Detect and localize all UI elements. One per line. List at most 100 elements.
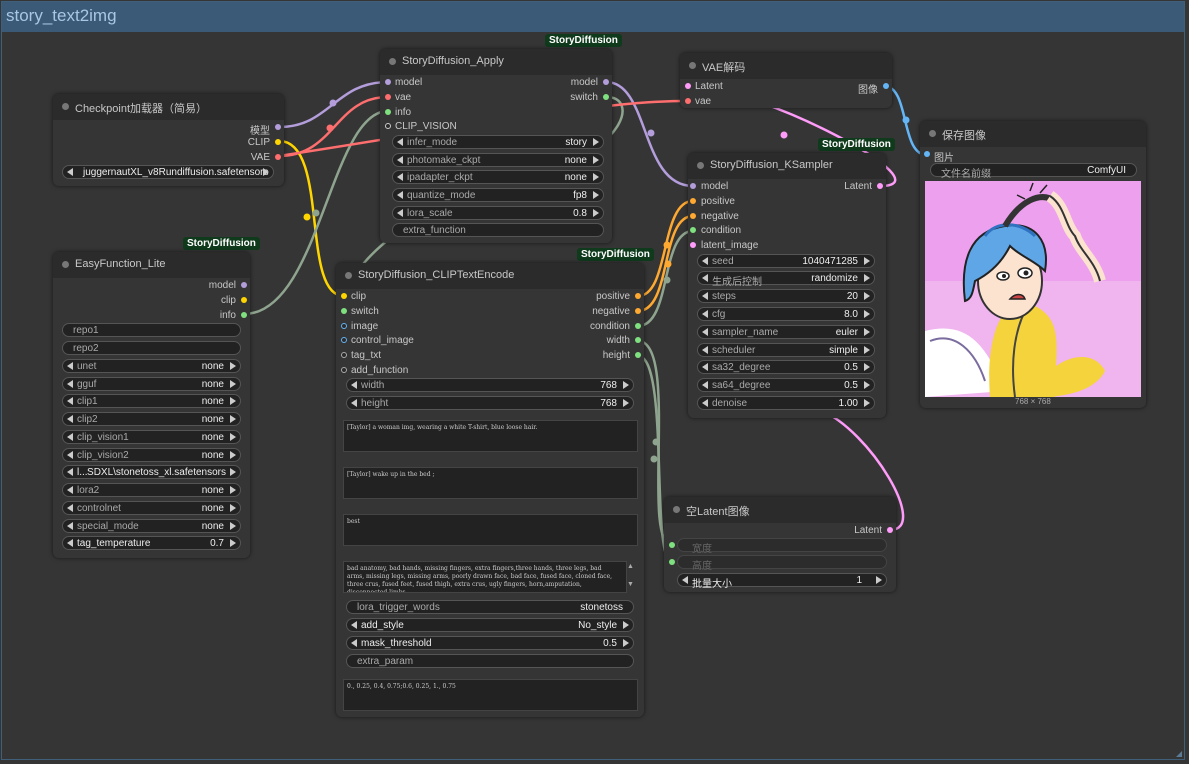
left-arrow-icon[interactable] bbox=[702, 310, 708, 318]
right-arrow-icon[interactable] bbox=[864, 381, 870, 389]
input-height-pin[interactable] bbox=[669, 559, 675, 565]
input-clip-pin[interactable] bbox=[341, 293, 347, 299]
input-condition-pin[interactable] bbox=[690, 227, 696, 233]
add-style-combo[interactable]: add_style No_style bbox=[346, 618, 634, 632]
node-title-bar[interactable]: VAE解码 bbox=[680, 53, 892, 79]
storydiffusion-apply-node[interactable]: StoryDiffusion_Apply model vae info CLIP… bbox=[380, 49, 612, 243]
scroll-down-icon[interactable]: ▼ bbox=[627, 581, 635, 588]
collapse-dot-icon[interactable] bbox=[389, 58, 396, 65]
collapse-dot-icon[interactable] bbox=[929, 130, 936, 137]
controlnet-combo[interactable]: controlnet none bbox=[62, 501, 241, 515]
collapse-dot-icon[interactable] bbox=[62, 103, 69, 110]
checkpoint-loader-node[interactable]: Checkpoint加载器（简易） 模型 CLIP VAE juggernaut… bbox=[53, 94, 284, 186]
clip-vision2-combo[interactable]: clip_vision2 none bbox=[62, 448, 241, 462]
character-prompt-textarea[interactable]: [Taylor] a woman img, wearing a white T-… bbox=[343, 420, 638, 452]
sampler-name-combo[interactable]: sampler_name euler bbox=[697, 325, 875, 339]
lora2-combo[interactable]: lora2 none bbox=[62, 483, 241, 497]
mask-threshold-slider[interactable]: mask_threshold 0.5 bbox=[346, 636, 634, 650]
right-arrow-icon[interactable] bbox=[876, 576, 882, 584]
left-arrow-icon[interactable] bbox=[67, 504, 73, 512]
left-arrow-icon[interactable] bbox=[67, 468, 73, 476]
gguf-combo[interactable]: gguf none bbox=[62, 377, 241, 391]
filename-prefix-field[interactable]: 文件名前缀 ComfyUI bbox=[930, 163, 1137, 180]
clip2-combo[interactable]: clip2 none bbox=[62, 412, 241, 426]
left-arrow-icon[interactable] bbox=[351, 621, 357, 629]
width-converted-field[interactable]: 宽度 bbox=[677, 538, 887, 555]
left-arrow-icon[interactable] bbox=[351, 639, 357, 647]
output-image-preview[interactable] bbox=[925, 181, 1141, 397]
left-arrow-icon[interactable] bbox=[702, 381, 708, 389]
node-title-bar[interactable]: 保存图像 bbox=[920, 121, 1146, 147]
right-arrow-icon[interactable] bbox=[864, 399, 870, 407]
output-info-pin[interactable] bbox=[241, 312, 247, 318]
node-canvas[interactable]: story_text2img Checkpoint加载器（简易） 模型 CLIP… bbox=[0, 0, 1189, 764]
output-latent-pin[interactable] bbox=[877, 183, 883, 189]
negative-prompt-textarea[interactable]: bad anatomy, bad hands, missing fingers,… bbox=[343, 561, 627, 593]
right-arrow-icon[interactable] bbox=[864, 257, 870, 265]
right-arrow-icon[interactable] bbox=[864, 328, 870, 336]
node-title-bar[interactable]: 空Latent图像 bbox=[664, 497, 896, 523]
left-arrow-icon[interactable] bbox=[67, 168, 73, 176]
batch-size-number[interactable]: 批量大小 1 bbox=[677, 573, 887, 590]
clip-vision1-combo[interactable]: clip_vision1 none bbox=[62, 430, 241, 444]
input-width-pin[interactable] bbox=[669, 542, 675, 548]
extra-param-field[interactable]: extra_param bbox=[346, 654, 634, 668]
infer-mode-combo[interactable]: infer_mode story bbox=[392, 135, 604, 149]
left-arrow-icon[interactable] bbox=[682, 576, 688, 584]
scheduler-combo[interactable]: scheduler simple bbox=[697, 343, 875, 357]
output-height-pin[interactable] bbox=[635, 352, 641, 358]
denoise-number[interactable]: denoise 1.00 bbox=[697, 396, 875, 410]
extra-function-field[interactable]: extra_function bbox=[392, 223, 604, 237]
input-clip-vision-pin[interactable] bbox=[385, 123, 391, 129]
cfg-number[interactable]: cfg 8.0 bbox=[697, 307, 875, 321]
right-arrow-icon[interactable] bbox=[230, 486, 236, 494]
height-converted-field[interactable]: 高度 bbox=[677, 555, 887, 572]
left-arrow-icon[interactable] bbox=[67, 362, 73, 370]
height-number[interactable]: height 768 bbox=[346, 396, 634, 410]
input-add-function-pin[interactable] bbox=[341, 367, 347, 373]
right-arrow-icon[interactable] bbox=[623, 399, 629, 407]
clip-text-encode-node[interactable]: StoryDiffusion_CLIPTextEncode clip switc… bbox=[336, 263, 644, 717]
right-arrow-icon[interactable] bbox=[593, 138, 599, 146]
collapse-dot-icon[interactable] bbox=[62, 261, 69, 268]
collapse-dot-icon[interactable] bbox=[673, 506, 680, 513]
steps-number[interactable]: steps 20 bbox=[697, 289, 875, 303]
control-after-generate-combo[interactable]: 生成后控制 randomize bbox=[697, 271, 875, 288]
clip1-combo[interactable]: clip1 none bbox=[62, 394, 241, 408]
input-switch-pin[interactable] bbox=[341, 308, 347, 314]
input-positive-pin[interactable] bbox=[690, 198, 696, 204]
output-switch-pin[interactable] bbox=[603, 94, 609, 100]
right-arrow-icon[interactable] bbox=[623, 639, 629, 647]
ksampler-node[interactable]: StoryDiffusion_KSampler model positive n… bbox=[688, 153, 886, 418]
output-image-pin[interactable] bbox=[883, 83, 889, 89]
node-title-bar[interactable]: EasyFunction_Lite bbox=[53, 252, 250, 278]
left-arrow-icon[interactable] bbox=[702, 346, 708, 354]
node-title-bar[interactable]: StoryDiffusion_Apply bbox=[380, 49, 612, 75]
save-image-node[interactable]: 保存图像 图片 文件名前缀 ComfyUI 768 × 768 bbox=[920, 121, 1146, 408]
tag-temperature-slider[interactable]: tag_temperature 0.7 bbox=[62, 536, 241, 550]
right-arrow-icon[interactable] bbox=[230, 415, 236, 423]
left-arrow-icon[interactable] bbox=[67, 397, 73, 405]
right-arrow-icon[interactable] bbox=[864, 274, 870, 282]
right-arrow-icon[interactable] bbox=[230, 433, 236, 441]
output-clip-pin[interactable] bbox=[275, 139, 281, 145]
collapse-dot-icon[interactable] bbox=[697, 162, 704, 169]
left-arrow-icon[interactable] bbox=[351, 399, 357, 407]
left-arrow-icon[interactable] bbox=[67, 380, 73, 388]
style-prompt-textarea[interactable]: best bbox=[343, 514, 638, 546]
right-arrow-icon[interactable] bbox=[230, 451, 236, 459]
left-arrow-icon[interactable] bbox=[397, 209, 403, 217]
right-arrow-icon[interactable] bbox=[230, 539, 236, 547]
right-arrow-icon[interactable] bbox=[230, 362, 236, 370]
input-negative-pin[interactable] bbox=[690, 213, 696, 219]
node-title-bar[interactable]: StoryDiffusion_KSampler bbox=[688, 153, 886, 179]
node-title-bar[interactable]: StoryDiffusion_CLIPTextEncode bbox=[336, 263, 644, 289]
input-model-pin[interactable] bbox=[385, 79, 391, 85]
input-latent-pin[interactable] bbox=[685, 83, 691, 89]
ipadapter-ckpt-combo[interactable]: ipadapter_ckpt none bbox=[392, 170, 604, 184]
right-arrow-icon[interactable] bbox=[593, 156, 599, 164]
width-number[interactable]: width 768 bbox=[346, 378, 634, 392]
left-arrow-icon[interactable] bbox=[67, 433, 73, 441]
repo1-field[interactable]: repo1 bbox=[62, 323, 241, 337]
left-arrow-icon[interactable] bbox=[67, 522, 73, 530]
